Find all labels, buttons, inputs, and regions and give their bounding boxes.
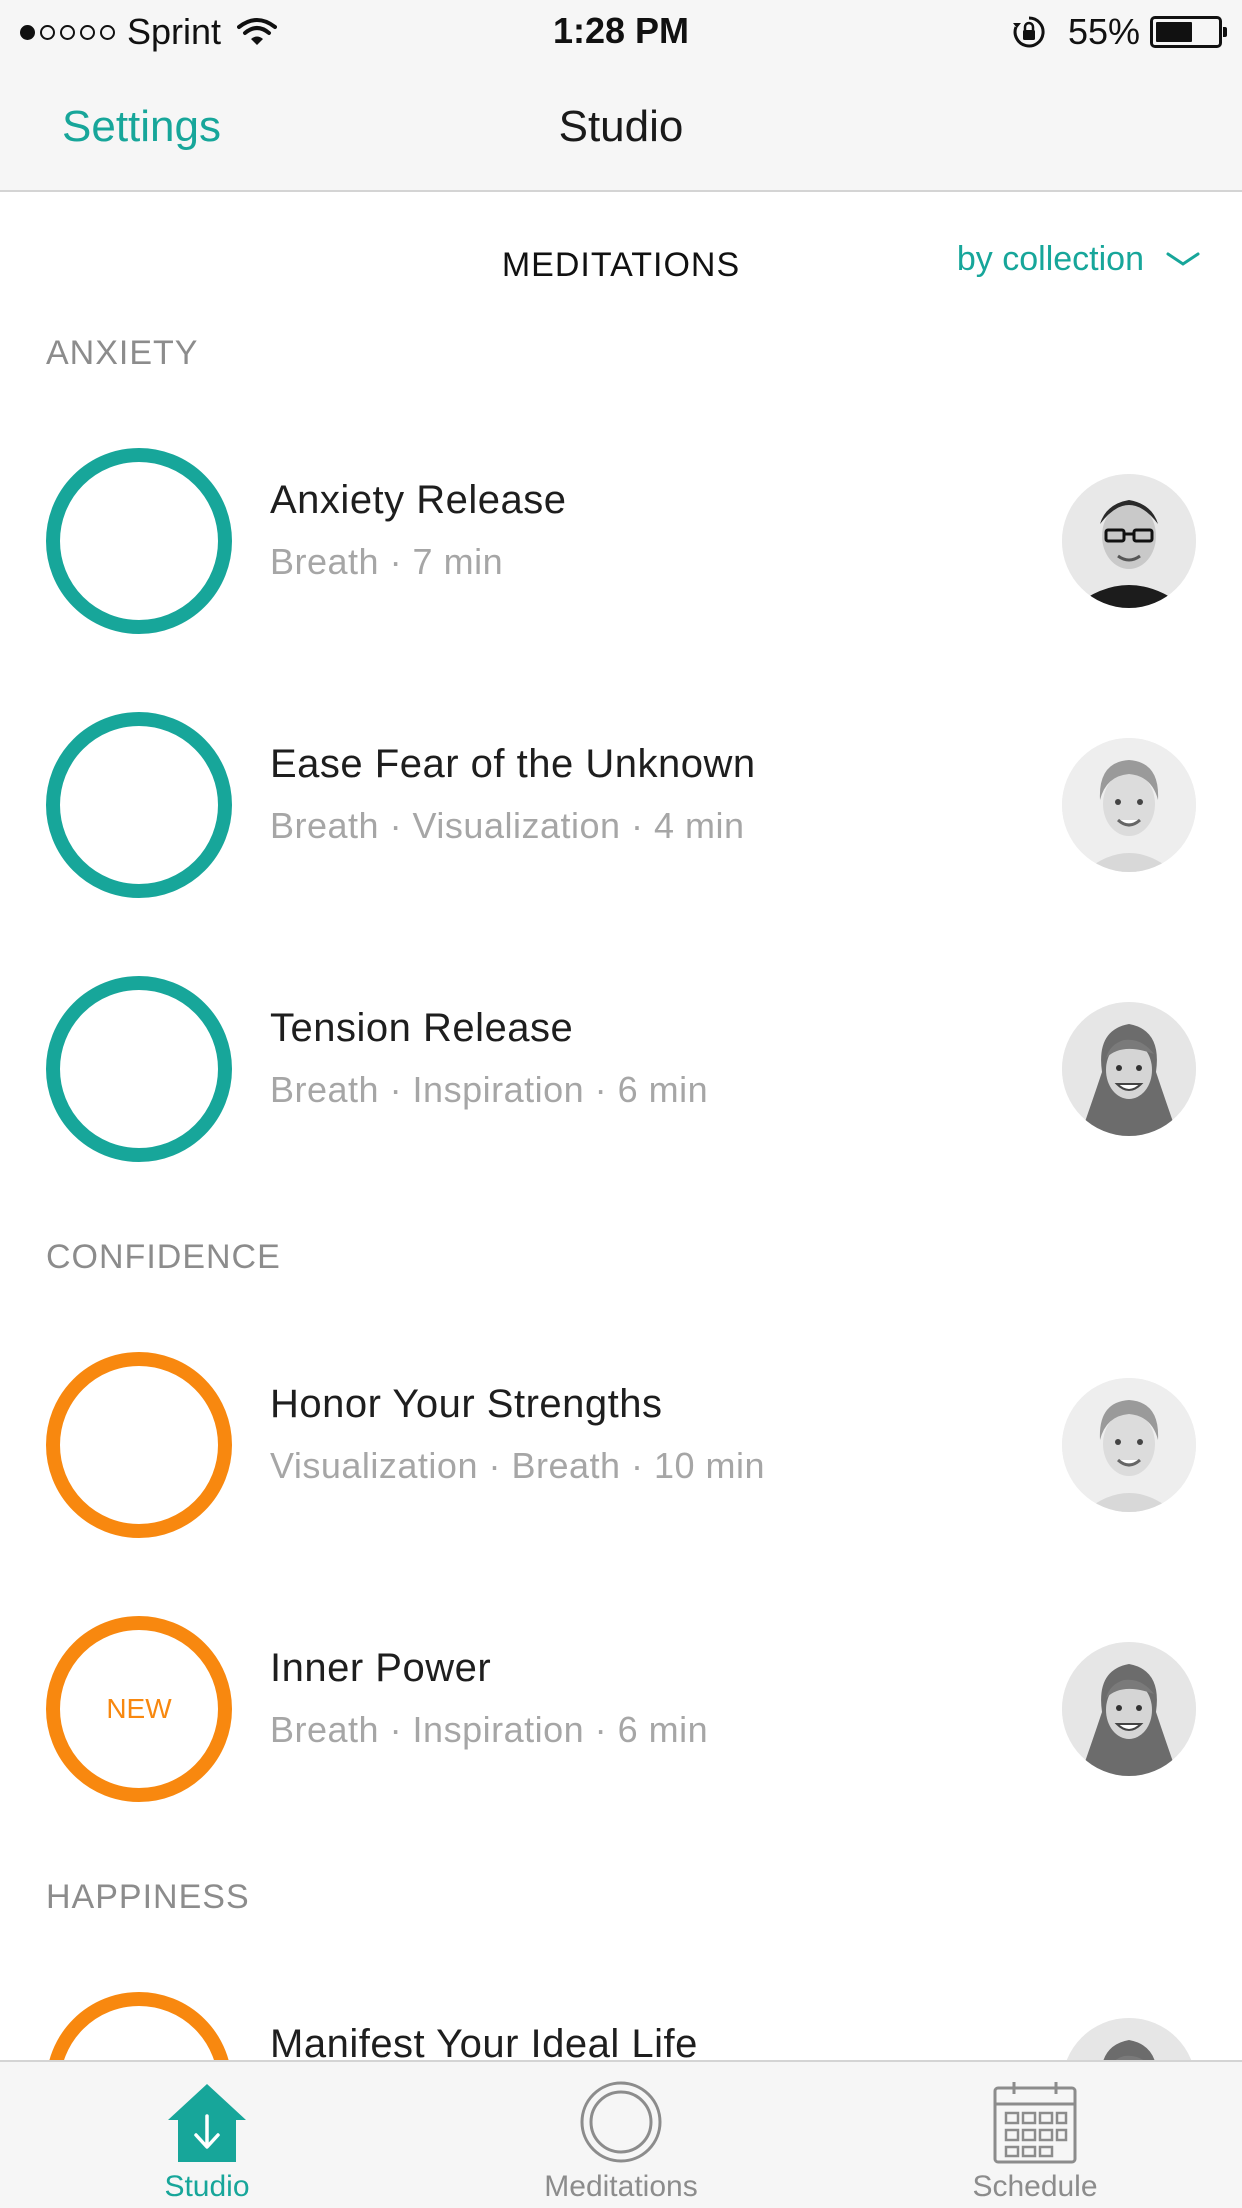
progress-ring-icon[interactable]	[46, 1352, 232, 1538]
meditation-info: Anxiety Release Breath · 7 min	[270, 478, 567, 583]
battery-info: 55%	[1012, 10, 1227, 54]
meditation-details: Breath · 7 min	[270, 541, 504, 582]
tab-meditations-label: Meditations	[544, 2170, 698, 2203]
rotation-lock-icon	[1012, 16, 1045, 48]
meditation-details: Visualization · Breath · 10 min	[270, 1445, 766, 1486]
battery-icon	[1150, 16, 1227, 48]
meditation-title: Ease Fear of the Unknown	[270, 742, 756, 786]
instructor-avatar	[1062, 2018, 1196, 2060]
meditation-details: Breath · Inspiration · 6 min	[270, 1709, 709, 1750]
meditation-row[interactable]: Honor Your Strengths Visualization · Brea…	[0, 1316, 1242, 1580]
section-title: HAPPINESS	[46, 1878, 250, 1916]
meditation-title: Honor Your Strengths	[270, 1382, 663, 1426]
meditation-title: Tension Release	[270, 1006, 574, 1050]
meditation-info: Ease Fear of the Unknown Breath · Visuali…	[270, 742, 756, 847]
meditation-list[interactable]: ANXIETY Anxiety Release Breath · 7 min Ease…	[0, 300, 1242, 2060]
instructor-avatar	[1062, 1002, 1196, 1136]
section-title: CONFIDENCE	[46, 1238, 281, 1276]
meditation-row[interactable]: NEW Inner Power Breath · Inspiration · 6 m…	[0, 1580, 1242, 1844]
instructor-avatar	[1062, 1378, 1196, 1512]
sort-dropdown[interactable]: by collection	[957, 240, 1200, 279]
meditation-info: Honor Your Strengths Visualization · Brea…	[270, 1382, 765, 1487]
meditation-details: Breath · Visualization · 4 min	[270, 805, 745, 846]
tab-schedule-label: Schedule	[972, 2170, 1098, 2203]
progress-ring-icon[interactable]	[46, 976, 232, 1162]
calendar-icon	[993, 2082, 1077, 2164]
chevron-down-icon	[1166, 252, 1200, 266]
meditation-row[interactable]: Anxiety Release Breath · 7 min	[0, 412, 1242, 676]
progress-ring-icon[interactable]	[46, 712, 232, 898]
status-bar: Sprint 1:28 PM 55%	[0, 0, 1242, 64]
progress-ring-icon[interactable]	[46, 1992, 232, 2060]
tab-studio-label: Studio	[164, 2170, 250, 2203]
meditation-title: Inner Power	[270, 1646, 492, 1690]
list-header: MEDITATIONS by collection	[0, 240, 1242, 300]
tab-schedule[interactable]: Schedule	[828, 2062, 1242, 2208]
meditation-title: Manifest Your Ideal Life	[270, 2022, 698, 2060]
meditation-row[interactable]: Ease Fear of the Unknown Breath · Visuali…	[0, 676, 1242, 940]
tab-studio[interactable]: Studio	[0, 2062, 414, 2208]
ring-icon	[580, 2081, 662, 2163]
section-title: ANXIETY	[46, 334, 199, 372]
page-title: Studio	[558, 102, 684, 151]
meditation-info: Inner Power Breath · Inspiration · 6 min	[270, 1646, 708, 1751]
house-download-icon	[168, 2084, 246, 2162]
tab-bar: Studio Meditations Schedule	[0, 2060, 1242, 2208]
instructor-avatar	[1062, 738, 1196, 872]
sort-label: by collection	[956, 240, 1144, 278]
meditation-row[interactable]: Tension Release Breath · Inspiration · 6 …	[0, 940, 1242, 1204]
meditation-info: Tension Release Breath · Inspiration · 6 …	[270, 1006, 708, 1111]
meditation-title: Anxiety Release	[270, 478, 567, 522]
navigation-bar: Settings Studio	[0, 64, 1242, 192]
progress-ring-icon[interactable]	[46, 448, 232, 634]
meditation-row[interactable]: Manifest Your Ideal LifeVisualization · …	[0, 1956, 1242, 2060]
meditation-details: Breath · Inspiration · 6 min	[270, 1069, 709, 1110]
tab-meditations[interactable]: Meditations	[414, 2062, 828, 2208]
progress-ring-icon[interactable]: NEW	[46, 1616, 232, 1802]
meditation-info: Manifest Your Ideal LifeVisualization · …	[270, 2022, 698, 2060]
new-badge: NEW	[106, 1693, 172, 1724]
instructor-avatar	[1062, 474, 1196, 608]
battery-percent: 55%	[1067, 11, 1140, 52]
instructor-avatar	[1062, 1642, 1196, 1776]
